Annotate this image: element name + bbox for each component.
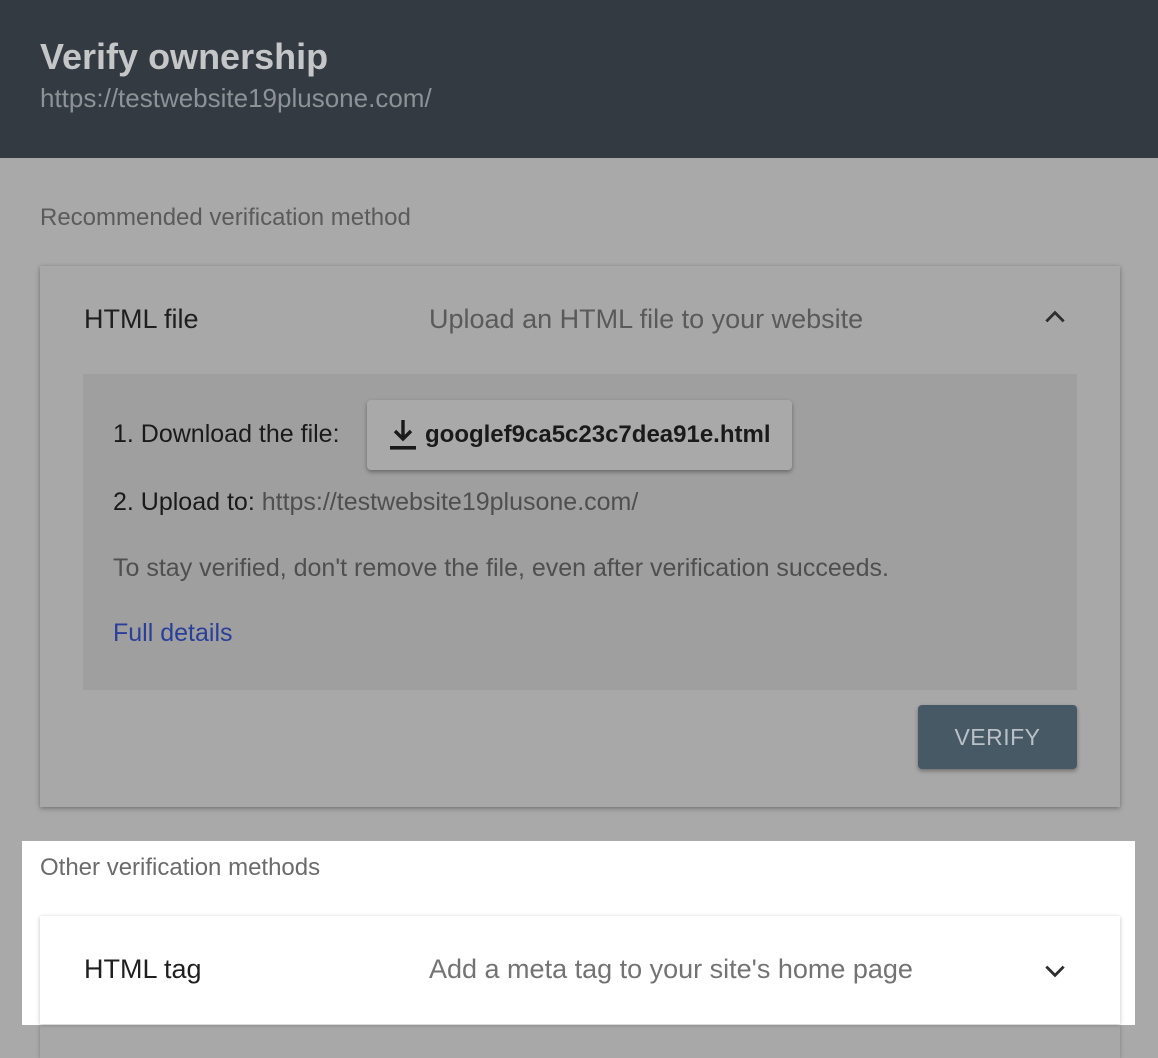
recommended-section-label: Recommended verification method	[40, 204, 411, 231]
download-icon	[390, 420, 416, 450]
download-file-name: googlef9ca5c23c7dea91e.html	[425, 421, 771, 448]
verification-note: To stay verified, don't remove the file,…	[113, 554, 889, 582]
html-file-method-card: HTML file Upload an HTML file to your we…	[40, 266, 1120, 807]
html-tag-method-card[interactable]: HTML tag Add a meta tag to your site's h…	[40, 916, 1120, 1024]
method-description: Upload an HTML file to your website	[429, 304, 864, 334]
property-url: https://testwebsite19plusone.com/	[40, 83, 432, 113]
upload-url: https://testwebsite19plusone.com/	[261, 488, 639, 516]
step-upload-label: 2. Upload to:	[113, 488, 255, 516]
chevron-up-icon[interactable]	[1042, 304, 1068, 330]
html-file-method-header[interactable]: HTML file Upload an HTML file to your we…	[40, 266, 1120, 374]
instructions-panel: 1. Download the file: googlef9ca5c23c7de…	[83, 374, 1077, 690]
full-details-link[interactable]: Full details	[113, 617, 233, 649]
next-method-card	[40, 1025, 1120, 1058]
verify-button[interactable]: VERIFY	[918, 705, 1077, 769]
step-download-label: 1. Download the file:	[113, 420, 340, 448]
method-name: HTML file	[84, 304, 199, 334]
chevron-down-icon[interactable]	[1042, 958, 1068, 984]
other-section-label: Other verification methods	[40, 854, 321, 881]
page-title: Verify ownership	[40, 36, 329, 77]
method-description: Add a meta tag to your site's home page	[429, 954, 913, 984]
step-upload: 2. Upload to: https://testwebsite19pluso…	[113, 486, 638, 518]
page-header: Verify ownership https://testwebsite19pl…	[0, 0, 1158, 158]
other-methods-section: Other verification methods HTML tag Add …	[22, 841, 1135, 1025]
method-name: HTML tag	[84, 954, 202, 984]
download-file-button[interactable]: googlef9ca5c23c7dea91e.html	[367, 400, 792, 470]
